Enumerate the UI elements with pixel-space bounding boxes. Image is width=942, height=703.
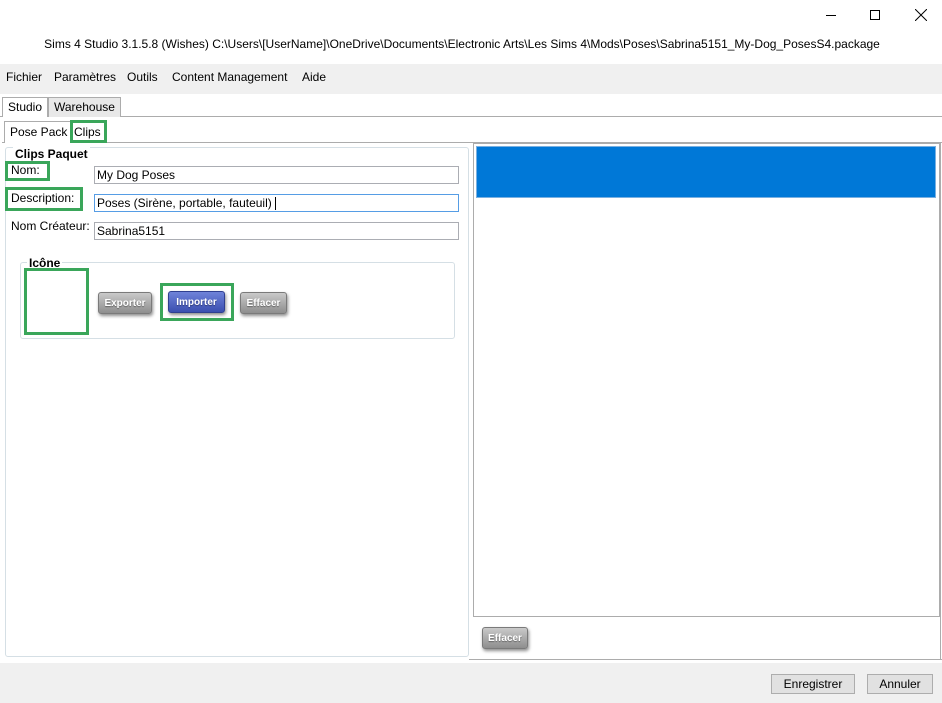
- export-button[interactable]: Exporter: [98, 292, 152, 314]
- tab-warehouse[interactable]: Warehouse: [48, 97, 121, 117]
- minimize-button[interactable]: [808, 0, 854, 30]
- main-tab-divider: [0, 116, 942, 117]
- menu-aide[interactable]: Aide: [296, 67, 332, 87]
- tab-clips[interactable]: Clips: [74, 124, 101, 140]
- window-title: Sims 4 Studio 3.1.5.8 (Wishes) C:\Users\…: [44, 37, 880, 51]
- clips-list[interactable]: [473, 143, 940, 617]
- description-field[interactable]: Poses (Sirène, portable, fauteuil): [94, 194, 459, 212]
- text-caret: [274, 197, 276, 211]
- maximize-icon: [870, 10, 880, 20]
- creator-field[interactable]: Sabrina5151: [94, 222, 459, 240]
- minimize-icon: [826, 14, 836, 16]
- close-icon: [915, 9, 927, 21]
- creator-label: Nom Créateur:: [11, 219, 90, 233]
- menu-bar: Fichier Paramètres Outils Content Manage…: [0, 64, 942, 94]
- menu-outils[interactable]: Outils: [121, 67, 164, 87]
- menu-parametres[interactable]: Paramètres: [48, 67, 122, 87]
- clear-icon-button[interactable]: Effacer: [240, 292, 287, 314]
- import-button[interactable]: Importer: [168, 291, 225, 313]
- description-label: Description:: [11, 191, 75, 205]
- clear-clips-button[interactable]: Effacer: [482, 627, 528, 649]
- description-value: Poses (Sirène, portable, fauteuil): [97, 196, 272, 210]
- tab-pose-pack[interactable]: Pose Pack: [4, 121, 74, 143]
- save-button[interactable]: Enregistrer: [771, 674, 855, 694]
- tab-studio[interactable]: Studio: [2, 97, 49, 117]
- name-label: Nom:: [11, 163, 40, 177]
- menu-fichier[interactable]: Fichier: [0, 67, 48, 87]
- right-edge-divider: [940, 143, 941, 660]
- close-button[interactable]: [898, 0, 942, 30]
- clips-paquet-title: Clips Paquet: [13, 147, 90, 161]
- icon-preview[interactable]: [24, 268, 89, 335]
- clips-list-selected-item[interactable]: [476, 146, 936, 198]
- menu-content-management[interactable]: Content Management: [166, 67, 293, 87]
- name-field[interactable]: My Dog Poses: [94, 166, 459, 184]
- cancel-button[interactable]: Annuler: [867, 674, 933, 694]
- right-bottom-divider: [469, 659, 942, 660]
- title-bar: Sims 4 Studio 3.1.5.8 (Wishes) C:\Users\…: [0, 0, 942, 62]
- maximize-button[interactable]: [852, 0, 898, 30]
